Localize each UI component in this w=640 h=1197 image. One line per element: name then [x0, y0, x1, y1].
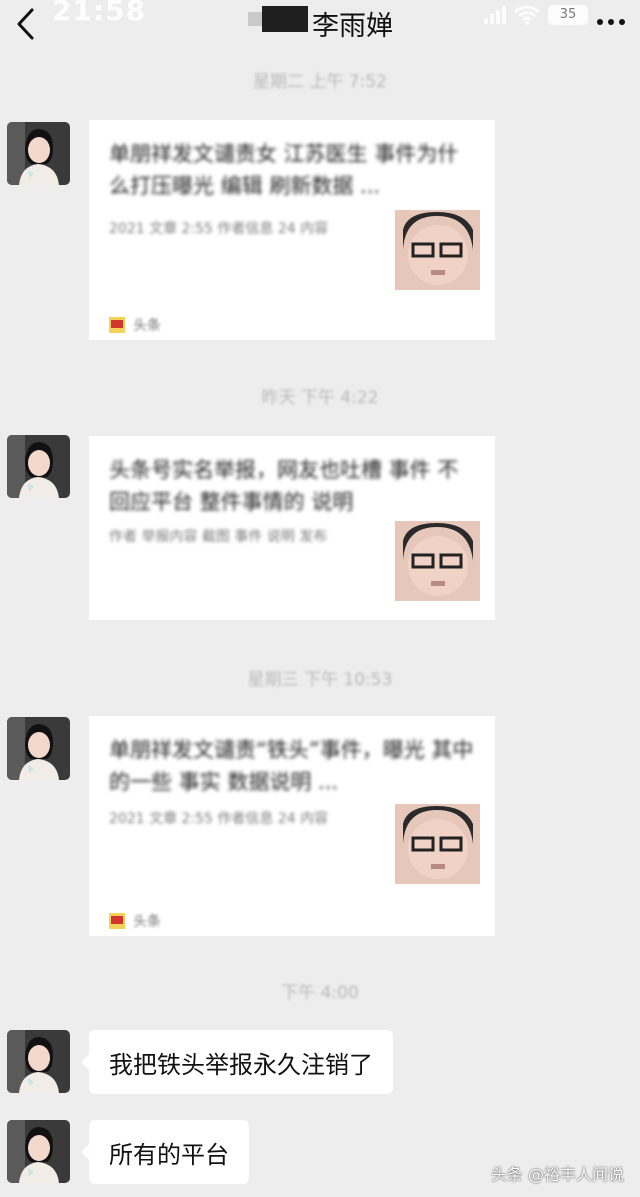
- message-timestamp: 昨天 下午 4:22: [261, 388, 379, 408]
- card-source: 头条: [109, 315, 161, 335]
- more-button[interactable]: [594, 8, 628, 36]
- avatar-image: [7, 1120, 70, 1183]
- message-bubble[interactable]: 所有的平台: [81, 1120, 249, 1184]
- card-thumbnail: [395, 804, 480, 884]
- message-timestamp: 下午 4:00: [281, 983, 359, 1003]
- avatar[interactable]: [7, 1030, 70, 1093]
- chat-title: 李雨婵: [312, 11, 393, 42]
- card-title: 头条号实名举报，网友也吐槽 事件 不回应平台 整件事情的 说明: [109, 458, 459, 514]
- title-redaction: [248, 6, 308, 32]
- message-timestamp: 星期三 下午 10:53: [247, 670, 393, 690]
- card-title: 单朋祥发文谴责女 江苏医生 事件为什么打压曝光 编辑 刷新数据 ...: [109, 142, 459, 198]
- avatar-image: [7, 717, 70, 780]
- more-dots-icon: [597, 19, 625, 25]
- card-source: 头条: [109, 911, 161, 931]
- shared-article-card[interactable]: 单朋祥发文谴责“铁头”事件，曝光 其中的一些 事实 数据说明 ... 2021 …: [89, 716, 495, 936]
- status-icons: 35: [484, 0, 588, 30]
- watermark: 头条 @裕丰人间说: [490, 1165, 624, 1184]
- card-source-label: 头条: [133, 914, 161, 930]
- avatar-image: [7, 1030, 70, 1093]
- card-title: 单朋祥发文谴责“铁头”事件，曝光 其中的一些 事实 数据说明 ...: [109, 738, 474, 794]
- avatar[interactable]: [7, 435, 70, 498]
- chevron-left-icon: [17, 8, 34, 40]
- message-timestamp: 星期二 上午 7:52: [253, 72, 387, 92]
- toutiao-logo-icon: [109, 317, 125, 333]
- shared-article-card[interactable]: 单朋祥发文谴责女 江苏医生 事件为什么打压曝光 编辑 刷新数据 ... 2021…: [89, 120, 495, 340]
- card-source-label: 头条: [133, 318, 161, 334]
- avatar[interactable]: [7, 122, 70, 185]
- toutiao-logo-icon: [109, 913, 125, 929]
- back-button[interactable]: [8, 4, 42, 44]
- card-thumbnail: [395, 210, 480, 290]
- signal-icon: [484, 6, 506, 24]
- battery-icon: 35: [548, 5, 588, 25]
- status-time: 21:58: [52, 0, 147, 27]
- card-description: 2021 文章 2:55 作者信息 24 内容: [109, 221, 329, 237]
- avatar-image: [7, 435, 70, 498]
- card-description: 作者 举报内容 截图 事件 说明 发布: [109, 529, 328, 545]
- avatar[interactable]: [7, 1120, 70, 1183]
- avatar[interactable]: [7, 717, 70, 780]
- message-bubble[interactable]: 我把铁头举报永久注销了: [81, 1030, 393, 1094]
- avatar-image: [7, 122, 70, 185]
- wifi-icon: [514, 5, 540, 25]
- shared-article-card[interactable]: 头条号实名举报，网友也吐槽 事件 不回应平台 整件事情的 说明 作者 举报内容 …: [89, 436, 495, 620]
- card-thumbnail: [395, 521, 480, 601]
- chat-header: 21:58 李雨婵 35: [0, 0, 640, 52]
- card-description: 2021 文章 2:55 作者信息 24 内容: [109, 811, 329, 827]
